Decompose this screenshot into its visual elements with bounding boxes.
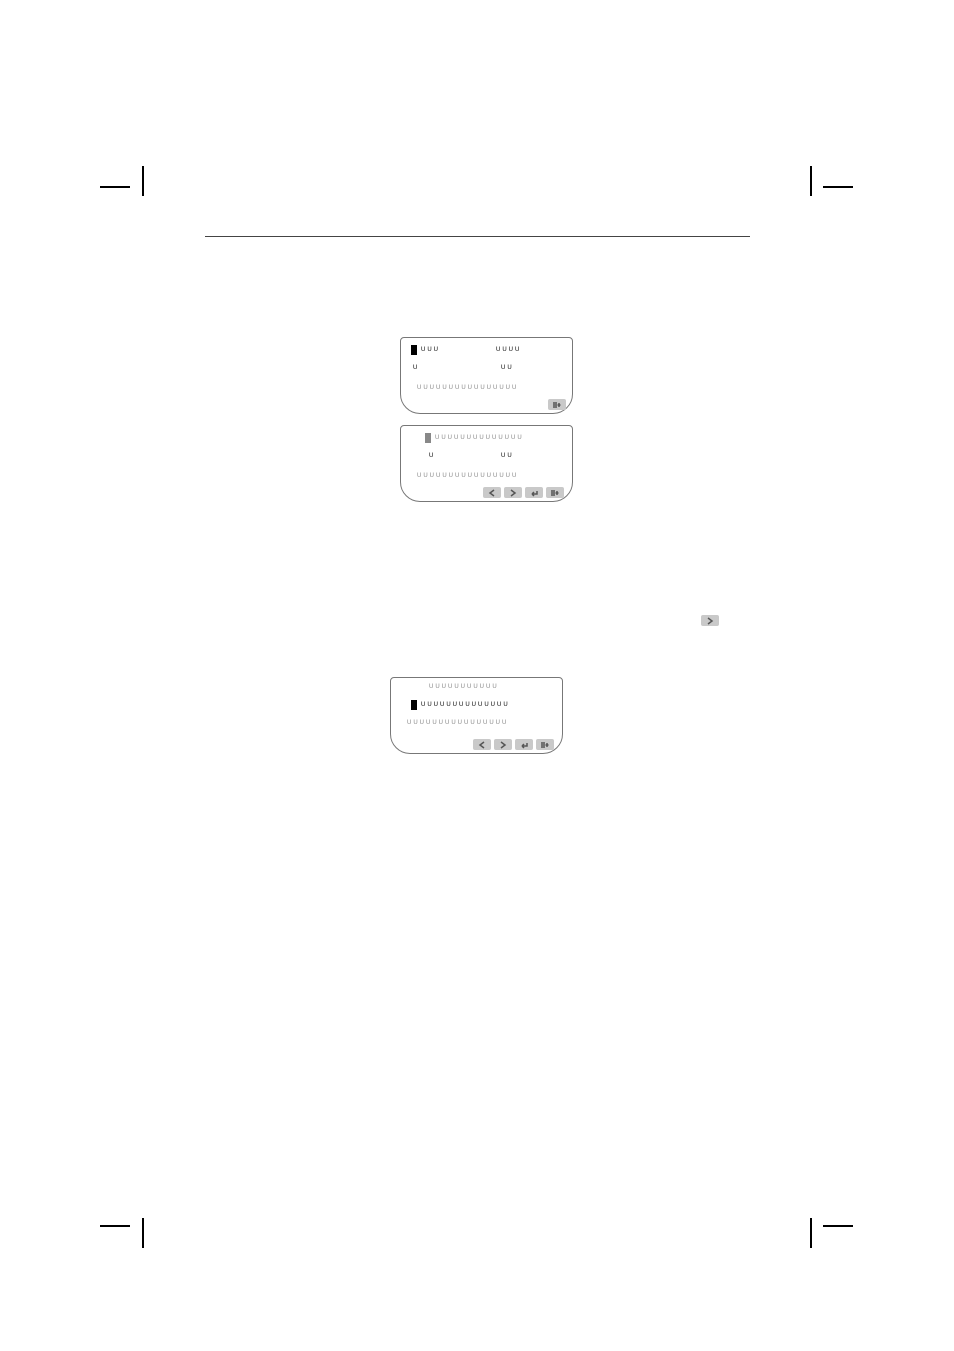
prev-icon[interactable] bbox=[473, 739, 491, 750]
next-icon-inline[interactable] bbox=[701, 615, 719, 626]
crop-mark-tl-h bbox=[100, 186, 130, 188]
lcd3-row2: UUUUUUUUUUUUUU bbox=[421, 702, 510, 708]
next-icon[interactable] bbox=[504, 487, 522, 498]
lcd2-row2-right: UU bbox=[501, 453, 514, 459]
next-icon[interactable] bbox=[494, 739, 512, 750]
lcd3-row3: UUUUUUUUUUUUUUUU bbox=[407, 720, 508, 726]
lcd2-actions bbox=[483, 487, 564, 498]
cursor-block bbox=[411, 345, 417, 355]
crop-mark-bl-v bbox=[142, 1218, 144, 1248]
lcd-panel-3: UUUUUUUUUUU UUUUUUUUUUUUUU UUUUUUUUUUUUU… bbox=[390, 677, 563, 754]
enter-icon[interactable] bbox=[525, 487, 543, 498]
lcd-panel-1: UUU UUUU U UU UUUUUUUUUUUUUUUU bbox=[400, 337, 573, 414]
crop-mark-tl-v bbox=[142, 166, 144, 196]
cursor-block bbox=[425, 433, 431, 443]
lcd1-actions bbox=[548, 399, 566, 410]
lcd2-row1: UUUUUUUUUUUUUU bbox=[435, 435, 524, 441]
cursor-block bbox=[411, 700, 417, 710]
crop-mark-tr-v bbox=[810, 166, 812, 196]
list-add-icon[interactable] bbox=[546, 487, 564, 498]
crop-mark-tr-h bbox=[823, 186, 853, 188]
crop-mark-bl-h bbox=[100, 1225, 130, 1227]
lcd-panel-2: UUUUUUUUUUUUUU U UU UUUUUUUUUUUUUUUU bbox=[400, 425, 573, 502]
list-add-icon[interactable] bbox=[548, 399, 566, 410]
lcd1-row1-right: UUUU bbox=[496, 347, 521, 353]
crop-mark-br-v bbox=[810, 1218, 812, 1248]
prev-icon[interactable] bbox=[483, 487, 501, 498]
lcd3-row1: UUUUUUUUUUU bbox=[429, 684, 499, 690]
lcd2-row2-left: U bbox=[429, 453, 435, 459]
enter-icon[interactable] bbox=[515, 739, 533, 750]
list-add-icon[interactable] bbox=[536, 739, 554, 750]
lcd1-row2-right: UU bbox=[501, 365, 514, 371]
lcd1-row2-left: U bbox=[413, 365, 419, 371]
lcd2-row3: UUUUUUUUUUUUUUUU bbox=[417, 473, 518, 479]
section-divider bbox=[205, 236, 750, 237]
lcd3-actions bbox=[473, 739, 554, 750]
lcd1-row1-left: UUU bbox=[421, 347, 440, 353]
lcd1-row3: UUUUUUUUUUUUUUUU bbox=[417, 385, 518, 391]
crop-mark-br-h bbox=[823, 1225, 853, 1227]
